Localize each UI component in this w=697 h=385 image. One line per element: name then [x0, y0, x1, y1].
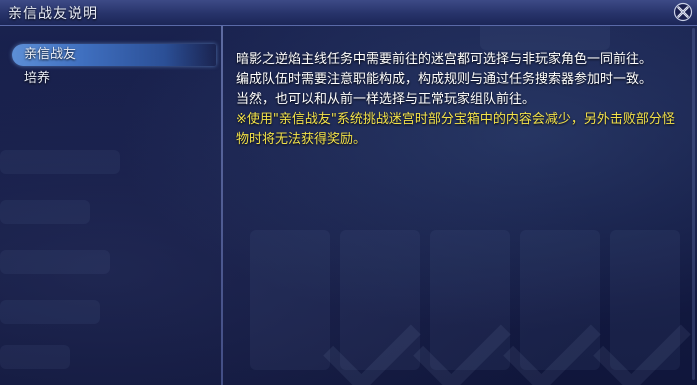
help-paragraph: 当然，也可以和从前一样选择与正常玩家组队前往。 [236, 92, 536, 107]
scrollbar[interactable] [692, 28, 695, 380]
help-content: 暗影之逆焰主线任务中需要前往的迷宫都可选择与非玩家角色一同前往。 编成队伍时需要… [236, 50, 676, 150]
help-paragraph: 暗影之逆焰主线任务中需要前往的迷宫都可选择与非玩家角色一同前往。 [236, 52, 653, 67]
close-button[interactable] [673, 2, 693, 22]
sidebar: 亲信战友 培养 [0, 26, 222, 385]
dialog-window: 亲信战友说明 亲信战友 培养 暗影之逆焰主线任务中需要前往的迷宫都可选择与非玩家… [0, 0, 697, 385]
sidebar-divider [221, 26, 223, 385]
close-x-icon [673, 2, 693, 22]
sidebar-item-training[interactable]: 培养 [12, 68, 216, 90]
warning-note: ※使用"亲信战友"系统挑战迷宫时部分宝箱中的内容会减少，另外击败部分怪物时将无法… [236, 112, 675, 147]
help-paragraph: 编成队伍时需要注意职能构成，构成规则与通过任务搜索器参加时一致。 [236, 72, 653, 87]
background-decoration [250, 230, 330, 370]
title-bar: 亲信战友说明 [0, 0, 697, 26]
window-title: 亲信战友说明 [8, 6, 98, 22]
sidebar-item-companions[interactable]: 亲信战友 [12, 44, 216, 66]
sidebar-item-label: 培养 [24, 71, 51, 86]
sidebar-item-label: 亲信战友 [24, 47, 77, 62]
